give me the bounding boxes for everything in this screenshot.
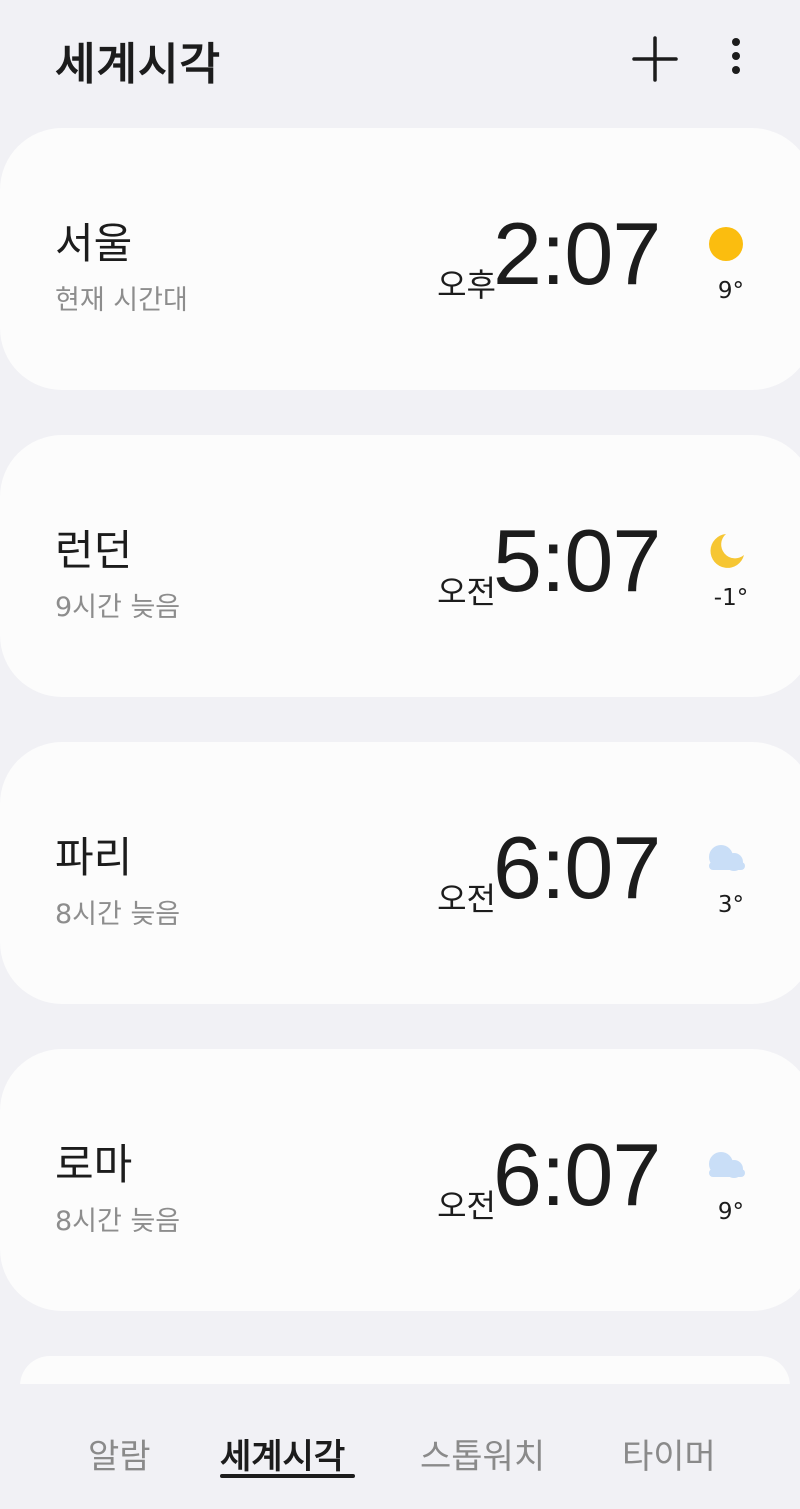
ampm-label: 오후	[437, 266, 496, 304]
more-options-button[interactable]	[716, 34, 756, 84]
city-name: 런던	[55, 526, 133, 575]
temperature: -1°	[713, 585, 749, 611]
active-tab-indicator	[220, 1474, 355, 1478]
temperature: 3°	[717, 892, 745, 918]
cloud-icon	[709, 845, 745, 871]
time-difference: 8시간 늦음	[55, 899, 181, 930]
bottom-nav: 알람 세계시각 스톱워치 타이머	[0, 1384, 800, 1509]
clock-time: 6:07	[493, 818, 661, 917]
clock-card-rome[interactable]: 로마 8시간 늦음 오전 6:07 9°	[0, 1049, 800, 1311]
tab-timer[interactable]: 타이머	[622, 1429, 716, 1478]
city-name: 서울	[55, 219, 133, 268]
time-difference: 9시간 늦음	[55, 592, 181, 623]
clock-card-london[interactable]: 런던 9시간 늦음 오전 5:07 -1°	[0, 435, 800, 697]
ampm-label: 오전	[437, 1187, 496, 1225]
time-difference: 8시간 늦음	[55, 1206, 181, 1237]
sun-icon	[709, 227, 743, 261]
tab-alarm[interactable]: 알람	[88, 1429, 151, 1478]
moon-icon	[710, 534, 744, 568]
plus-icon	[632, 36, 678, 82]
ampm-label: 오전	[437, 573, 496, 611]
more-vertical-icon	[732, 38, 740, 74]
time-difference: 현재 시간대	[55, 285, 188, 316]
tab-stopwatch[interactable]: 스톱워치	[420, 1429, 545, 1478]
city-name: 로마	[55, 1140, 133, 1189]
clock-time: 2:07	[493, 204, 661, 303]
clock-time: 6:07	[493, 1125, 661, 1224]
ampm-label: 오전	[437, 880, 496, 918]
tab-world-clock[interactable]: 세계시각	[220, 1429, 345, 1478]
clock-time: 5:07	[493, 511, 661, 610]
cloud-icon	[709, 1152, 745, 1178]
clock-card-paris[interactable]: 파리 8시간 늦음 오전 6:07 3°	[0, 742, 800, 1004]
clock-card-seoul[interactable]: 서울 현재 시간대 오후 2:07 9°	[0, 128, 800, 390]
temperature: 9°	[717, 278, 745, 304]
add-city-button[interactable]	[630, 34, 680, 84]
page-title: 세계시각	[55, 39, 221, 90]
city-name: 파리	[55, 833, 133, 882]
app-header: 세계시각	[0, 0, 800, 120]
temperature: 9°	[717, 1199, 745, 1225]
